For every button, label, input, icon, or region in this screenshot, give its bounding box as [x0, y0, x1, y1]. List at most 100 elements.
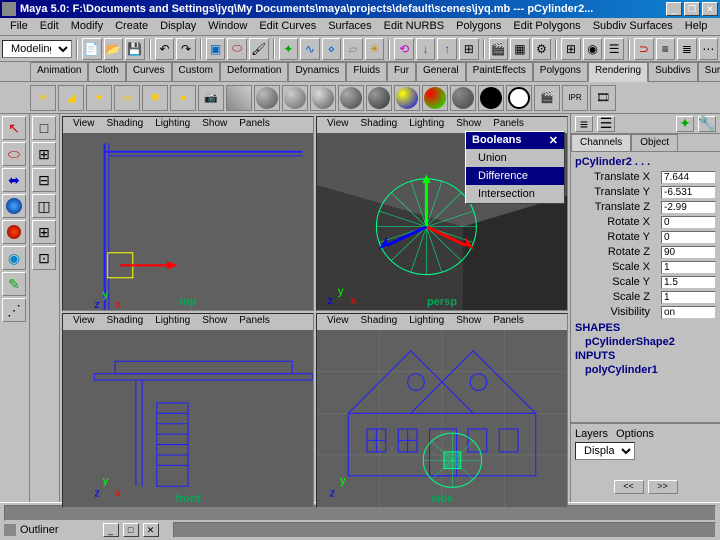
outliner-max-button[interactable]: □ — [123, 523, 139, 537]
layered-icon[interactable] — [394, 85, 420, 111]
texture-icon[interactable] — [226, 85, 252, 111]
select-tool-icon[interactable]: ↖ — [2, 116, 26, 140]
single-pane-icon[interactable]: □ — [32, 116, 56, 140]
menu-modify[interactable]: Modify — [65, 18, 109, 35]
vp-menu-view[interactable]: View — [321, 314, 355, 330]
shelf-tab-polygons[interactable]: Polygons — [533, 62, 588, 81]
open-scene-icon[interactable]: 📂 — [104, 38, 124, 60]
menu-subdiv-surfaces[interactable]: Subdiv Surfaces — [587, 18, 679, 35]
render-view-icon[interactable]: 🎬 — [534, 85, 560, 111]
two-pane-h-icon[interactable]: ⊟ — [32, 168, 56, 192]
shelf-tab-surfaces[interactable]: Surfaces — [698, 62, 720, 81]
list-icon[interactable]: ≡ — [575, 116, 593, 132]
channel-value-input[interactable] — [661, 171, 716, 184]
menu-edit-curves[interactable]: Edit Curves — [253, 18, 322, 35]
magnet-icon[interactable]: ⊃ — [634, 38, 654, 60]
vp-menu-lighting[interactable]: Lighting — [403, 117, 450, 133]
surface-icon[interactable] — [450, 85, 476, 111]
maximize-button[interactable]: ❐ — [684, 2, 700, 16]
usebackground-icon[interactable] — [478, 85, 504, 111]
axis-icon[interactable]: ✦ — [676, 116, 694, 132]
shading-icon[interactable] — [506, 85, 532, 111]
directional-light-icon[interactable]: ✦ — [86, 85, 112, 111]
shelf-tab-custom[interactable]: Custom — [172, 62, 220, 81]
channel-value-input[interactable] — [661, 306, 716, 319]
vp-menu-lighting[interactable]: Lighting — [149, 117, 196, 133]
vp-menu-panels[interactable]: Panels — [487, 314, 530, 330]
history-icon[interactable]: ⟲ — [394, 38, 414, 60]
lasso-tool-icon[interactable]: ⬭ — [2, 142, 26, 166]
extra-icon[interactable]: ⋯ — [699, 38, 719, 60]
phong-icon[interactable] — [310, 85, 336, 111]
vp-menu-panels[interactable]: Panels — [233, 314, 276, 330]
shelf-tab-cloth[interactable]: Cloth — [88, 62, 125, 81]
menu-edit-polygons[interactable]: Edit Polygons — [507, 18, 586, 35]
redo-icon[interactable]: ↷ — [176, 38, 196, 60]
menu-surfaces[interactable]: Surfaces — [322, 18, 377, 35]
shelf-tab-painteffects[interactable]: PaintEffects — [466, 62, 533, 81]
menu-help[interactable]: Help — [679, 18, 714, 35]
lines-icon[interactable]: ≡ — [656, 38, 676, 60]
four-pane-icon[interactable]: ⊞ — [32, 142, 56, 166]
vp-menu-shading[interactable]: Shading — [101, 117, 150, 133]
vp-menu-show[interactable]: Show — [450, 314, 487, 330]
four-alt-icon[interactable]: ⊡ — [32, 246, 56, 270]
vp-menu-shading[interactable]: Shading — [355, 314, 404, 330]
nav-prev-button[interactable]: << — [614, 480, 644, 494]
shelf-tab-rendering[interactable]: Rendering — [588, 62, 648, 82]
vp-menu-shading[interactable]: Shading — [101, 314, 150, 330]
undo-icon[interactable]: ↶ — [155, 38, 175, 60]
soft-mod-tool-icon[interactable]: ◉ — [2, 246, 26, 270]
context-intersection[interactable]: Intersection — [466, 185, 564, 203]
channel-value-input[interactable] — [661, 246, 716, 259]
shelf-tab-subdivs[interactable]: Subdivs — [648, 62, 698, 81]
last-tool-icon[interactable]: ⋰ — [2, 298, 26, 322]
channel-value-input[interactable] — [661, 201, 716, 214]
camera-icon[interactable]: 📷 — [198, 85, 224, 111]
ambient-light-icon[interactable]: ✺ — [142, 85, 168, 111]
channel-value-input[interactable] — [661, 276, 716, 289]
outliner-icon[interactable]: ☰ — [604, 38, 624, 60]
blinn-icon[interactable] — [282, 85, 308, 111]
tab-object[interactable]: Object — [631, 134, 678, 151]
snap-plane-icon[interactable]: ▱ — [343, 38, 363, 60]
menu-polygons[interactable]: Polygons — [450, 18, 507, 35]
three-pane-icon[interactable]: ⊞ — [32, 220, 56, 244]
hypershade-icon[interactable]: ◉ — [583, 38, 603, 60]
shelf-tab-animation[interactable]: Animation — [30, 62, 88, 81]
viewport-side[interactable]: ViewShadingLightingShowPanels — [316, 313, 568, 508]
channel-value-input[interactable] — [661, 261, 716, 274]
ipr-icon[interactable]: ▦ — [510, 38, 530, 60]
menu-edit[interactable]: Edit — [34, 18, 65, 35]
output-icon[interactable]: ↑ — [437, 38, 457, 60]
menu-window[interactable]: Window — [202, 18, 253, 35]
area-light-icon[interactable]: ▭ — [114, 85, 140, 111]
vp-menu-view[interactable]: View — [321, 117, 355, 133]
shelf-tab-fluids[interactable]: Fluids — [346, 62, 387, 81]
viewport-front[interactable]: ViewShadingLightingShowPanels y x z f — [62, 313, 314, 508]
show-manip-tool-icon[interactable]: ✎ — [2, 272, 26, 296]
rotate-tool-icon[interactable] — [2, 194, 26, 218]
outliner-min-button[interactable]: _ — [103, 523, 119, 537]
vp-menu-show[interactable]: Show — [196, 117, 233, 133]
vp-menu-lighting[interactable]: Lighting — [403, 314, 450, 330]
context-union[interactable]: Union — [466, 149, 564, 167]
new-scene-icon[interactable]: 📄 — [82, 38, 102, 60]
snap-live-icon[interactable]: ☀ — [365, 38, 385, 60]
more-lines-icon[interactable]: ≣ — [677, 38, 697, 60]
move-tool-icon[interactable]: ⬌ — [2, 168, 26, 192]
spot-light-icon[interactable]: ◢ — [58, 85, 84, 111]
viewport-top[interactable]: ViewShadingLightingShowPanels y x z top — [62, 116, 314, 311]
menu-create[interactable]: Create — [109, 18, 154, 35]
phonge-icon[interactable] — [338, 85, 364, 111]
snap-curve-icon[interactable]: ∿ — [300, 38, 320, 60]
scale-tool-icon[interactable] — [2, 220, 26, 244]
vp-menu-view[interactable]: View — [67, 314, 101, 330]
context-difference[interactable]: Difference — [466, 167, 564, 185]
minimize-button[interactable]: _ — [666, 2, 682, 16]
vp-menu-show[interactable]: Show — [196, 314, 233, 330]
paint-icon[interactable]: 🖌 — [249, 38, 269, 60]
nav-next-button[interactable]: >> — [648, 480, 678, 494]
close-button[interactable]: ✕ — [702, 2, 718, 16]
snap-grid-icon[interactable]: ✦ — [279, 38, 299, 60]
